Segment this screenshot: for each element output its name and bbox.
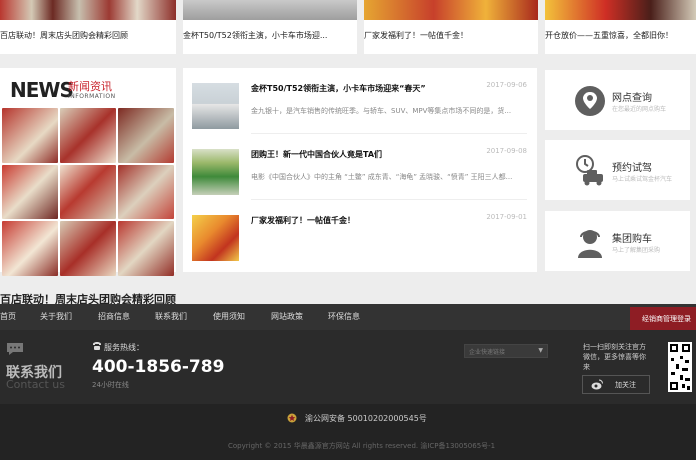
customer-service-icon (578, 230, 602, 258)
top-news-image (364, 0, 538, 20)
service-subtitle: 在您最近的网点购车 (612, 106, 667, 113)
news-photo (2, 164, 58, 220)
news-photo (2, 108, 58, 163)
news-list-item[interactable]: 厂家发福利了！一帖值千金！ 2017-09-01 (183, 200, 537, 266)
top-news-image (545, 0, 696, 20)
footer-nav-investment[interactable]: 招商信息 (98, 311, 130, 322)
top-news-image (0, 0, 176, 20)
weibo-icon (591, 379, 603, 390)
news-list: 金杯T50/T52领衔主演，小卡车市场迎来“春天” 2017-09-06 金九银… (183, 68, 537, 272)
news-item-title[interactable]: 厂家发福利了！一帖值千金！ (251, 215, 355, 226)
top-news-caption[interactable]: 百店联动！周末店头团购会精彩回顾 (0, 30, 128, 41)
quick-link-placeholder: 企业快速链接 (469, 349, 506, 356)
footer-nav-terms[interactable]: 使用须知 (213, 311, 245, 322)
footer-nav-environment[interactable]: 环保信息 (328, 311, 360, 322)
qr-caption: 扫一扫即刻关注官方微信，更多惊喜等你来 (583, 343, 646, 371)
news-item-date: 2017-09-01 (486, 213, 527, 221)
dropdown-arrow-icon: ▼ (538, 347, 543, 354)
news-photo (60, 164, 116, 220)
news-logo-text: NEWS (10, 78, 74, 102)
service-title[interactable]: 网点查询 (612, 89, 652, 104)
service-card-test-drive[interactable]: 预约试驾 马上试乘试驾金杯汽车 (545, 140, 690, 200)
copyright-text: Copyright © 2015 华晨鑫源官方网站 All rights res… (228, 442, 496, 450)
phone-icon (93, 342, 101, 350)
footer-contact-section: 联系我们 Contact us 服务热线： 400-1856-789 24小时在… (0, 330, 696, 404)
news-item-title[interactable]: 团购王！新一代中国合伙人竟是TA们 (251, 149, 382, 160)
hotline-subtitle: 24小时在线 (92, 381, 129, 389)
news-photo (60, 221, 116, 276)
news-item-title[interactable]: 金杯T50/T52领衔主演，小卡车市场迎来“春天” (251, 83, 426, 94)
news-feature-card[interactable]: NEWS 新闻资讯 INFORMATION 百店联动！周末店头团购会精彩回顾 (0, 68, 176, 306)
news-thumbnail[interactable] (192, 83, 239, 129)
news-item-date: 2017-09-08 (486, 147, 527, 155)
footer-nav-contact[interactable]: 联系我们 (155, 311, 187, 322)
news-photo (118, 108, 174, 163)
police-badge-icon (287, 413, 297, 423)
dealer-login-button[interactable]: 经销商管理登录 (630, 307, 696, 330)
qr-code (668, 342, 692, 392)
chat-bubble-icon (7, 343, 23, 355)
news-logo: NEWS 新闻资讯 INFORMATION (10, 78, 115, 102)
news-list-item[interactable]: 团购王！新一代中国合伙人竟是TA们 2017-09-08 电影《中国合伙人》中的… (183, 134, 537, 200)
news-photo (118, 221, 174, 276)
quick-link-select[interactable]: 企业快速链接 ▼ (464, 344, 548, 358)
service-card-dealer-search[interactable]: 网点查询 在您最近的网点购车 (545, 70, 690, 130)
hotline-number: 400-1856-789 (92, 357, 225, 377)
top-news-card[interactable]: 百店联动！周末店头团购会精彩回顾 (0, 0, 176, 54)
follow-button[interactable]: 加关注 (582, 375, 650, 394)
news-logo-en: INFORMATION (68, 93, 116, 100)
top-news-card[interactable]: 厂家发福利了！一帖值千金！ (364, 0, 538, 54)
footer-nav: 首页 关于我们 招商信息 联系我们 使用须知 网站政策 环保信息 经销商管理登录 (0, 304, 696, 330)
news-list-item[interactable]: 金杯T50/T52领衔主演，小卡车市场迎来“春天” 2017-09-06 金九银… (183, 68, 537, 134)
top-news-caption[interactable]: 金杯T50/T52领衔主演，小卡车市场迎... (183, 30, 327, 41)
service-subtitle: 马上试乘试驾金杯汽车 (612, 176, 673, 183)
footer-bottom: 渝公网安备 50010202000545号 Copyright © 2015 华… (0, 404, 696, 460)
service-subtitle: 马上了解集团采购 (612, 247, 661, 254)
footer-nav-policy[interactable]: 网站政策 (271, 311, 303, 322)
top-news-strip: 百店联动！周末店头团购会精彩回顾 金杯T50/T52领衔主演，小卡车市场迎...… (0, 0, 696, 58)
service-card-group-purchase[interactable]: 集团购车 马上了解集团采购 (545, 211, 690, 271)
hotline-label: 服务热线： (104, 343, 144, 352)
top-news-card[interactable]: 金杯T50/T52领衔主演，小卡车市场迎... (183, 0, 357, 54)
follow-label: 加关注 (615, 381, 636, 389)
news-photo-grid (2, 108, 174, 276)
news-photo (118, 164, 174, 220)
news-photo (2, 221, 58, 276)
test-drive-icon (576, 155, 603, 186)
footer-nav-home[interactable]: 首页 (0, 311, 16, 322)
service-title[interactable]: 集团购车 (612, 230, 652, 245)
contact-title-en: Contact us (6, 378, 65, 391)
news-item-desc: 金九银十，是汽车销售的传统旺季。与轿车、SUV、MPV等集点市场不同的是，货..… (251, 107, 512, 115)
news-logo-cn: 新闻资讯 (68, 80, 112, 93)
service-title[interactable]: 预约试驾 (612, 159, 652, 174)
footer-nav-about[interactable]: 关于我们 (40, 311, 72, 322)
top-news-card[interactable]: 开仓放价——五重惊喜，全都旧你！ (545, 0, 696, 54)
top-news-caption[interactable]: 开仓放价——五重惊喜，全都旧你！ (545, 30, 673, 41)
news-photo (60, 108, 116, 163)
top-news-caption[interactable]: 厂家发福利了！一帖值千金！ (364, 30, 468, 41)
news-item-date: 2017-09-06 (486, 81, 527, 89)
police-record-link[interactable]: 渝公网安备 50010202000545号 (305, 413, 427, 424)
top-news-image (183, 0, 357, 20)
news-item-desc: 电影《中国合伙人》中的主角 “土鳖” 成东青、“海龟” 孟晓骏、“愤青” 王阳三… (251, 173, 513, 181)
location-icon (575, 86, 605, 116)
news-thumbnail[interactable] (192, 149, 239, 195)
news-thumbnail[interactable] (192, 215, 239, 261)
